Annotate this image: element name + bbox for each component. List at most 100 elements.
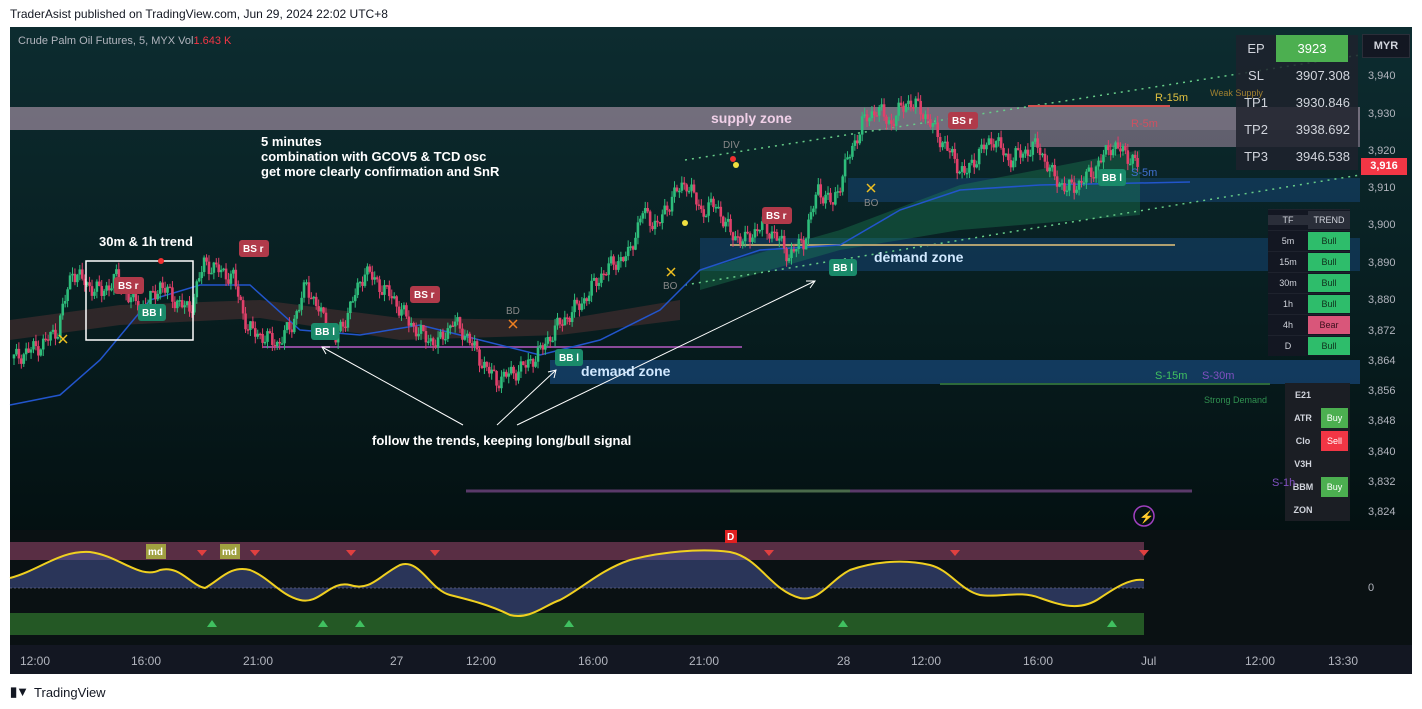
candle-body [283,330,286,344]
candle-body [461,328,464,340]
candle-body [1002,147,1005,156]
candle-body [207,261,211,274]
candle-body [388,285,391,297]
candle-body [756,229,759,232]
candle-body [222,268,225,271]
candle-body [651,225,654,230]
candle-body [999,137,1003,148]
candle-body [390,296,394,299]
candle-body [663,205,667,215]
candle-body [802,240,805,250]
candle-body [1043,153,1047,162]
candle-body [244,313,247,330]
indicator-row: V3H [1285,452,1350,475]
candle-body [307,282,311,298]
candle-body [239,296,242,301]
candle-body [846,157,849,160]
footer-brand[interactable]: ▮▼ TradingView [10,684,106,700]
candle-body [502,371,506,377]
candle-body [375,277,379,280]
candle-body [758,229,762,232]
candle-body [982,144,986,150]
price-tick: 3,840 [1368,446,1396,458]
candle-body [592,277,596,281]
tf-cell: 1h [1282,299,1293,309]
candle-body [975,164,979,168]
candle-body [456,317,459,322]
candle-body [470,343,474,346]
trend-cell: Bear [1308,316,1350,334]
candle-body [643,208,647,214]
candle-body [409,322,413,326]
candle-body [951,148,954,153]
candle-body [994,141,998,148]
tp1-value: 3930.846 [1295,95,1350,110]
currency-badge[interactable]: MYR [1362,34,1410,58]
candle-body [829,192,832,203]
candle-body [563,317,567,326]
trend-row: 15m Bull [1268,251,1350,272]
candle-body [314,296,318,307]
candle-body [234,269,238,287]
candle-body [787,258,791,262]
candle-body [439,331,442,338]
vol-label: Vol [178,35,194,47]
candle-body [275,341,279,347]
candle-body [619,257,623,262]
candle-body [363,274,367,286]
candle-body [1021,153,1025,158]
signal-bsr-label: BS r [766,211,787,222]
candle-body [380,291,384,295]
candle-body [748,233,752,242]
price-tick: 3,824 [1368,506,1396,518]
signal-bbl-label: BB l [833,263,853,274]
price-chart[interactable]: BS r BS r BS r BS r BS r BB l BB l BB l … [0,0,1422,709]
symbol-info[interactable]: Crude Palm Oil Futures, 5, MYX Vol1.643 … [18,35,231,47]
candle-body [217,264,221,273]
candle-body [570,312,574,323]
candle-body [300,297,303,310]
candle-body [724,221,727,227]
candle-body [977,148,981,165]
ep-table: EP 3923 SL 3907.308 TP1 3930.846 TP2 3938.69… [1236,35,1358,170]
candle-body [1004,153,1008,156]
candle-body [617,261,620,270]
candle-body [809,212,813,220]
candle-body [656,220,659,223]
price-tick: 3,920 [1368,145,1396,157]
candle-body [897,102,901,116]
candle-body [597,282,601,286]
candle-body [266,331,269,342]
candle-body [290,329,294,333]
candle-body [173,301,177,309]
candle-body [1063,183,1066,192]
candle-body [926,114,930,120]
candle-body [553,325,557,341]
candle-body [768,233,771,239]
candle-body [463,336,467,340]
time-tick: Jul [1141,654,1157,668]
d-label: D [727,532,734,543]
candle-body [712,198,715,208]
svg-text:⚡: ⚡ [1139,510,1154,524]
demand-zone-label: demand zone [874,249,964,265]
candle-body [1085,171,1088,183]
candle-body [600,273,603,283]
div-label: DIV [723,140,740,151]
time-tick: 16:00 [578,654,609,668]
candle-body [797,238,801,250]
candle-body [522,361,525,366]
candle-body [531,359,535,367]
candle-body [575,299,579,304]
candle-body [1119,148,1122,152]
candle-body [704,215,708,218]
candle-body [695,192,698,205]
indicator-value [1321,454,1348,474]
candle-body [609,256,613,264]
candle-body [224,268,228,280]
time-tick: 28 [837,654,851,668]
candle-body [402,305,406,310]
osc-zero-label: 0 [1368,582,1375,594]
candle-body [32,341,35,350]
candle-body [29,349,33,353]
